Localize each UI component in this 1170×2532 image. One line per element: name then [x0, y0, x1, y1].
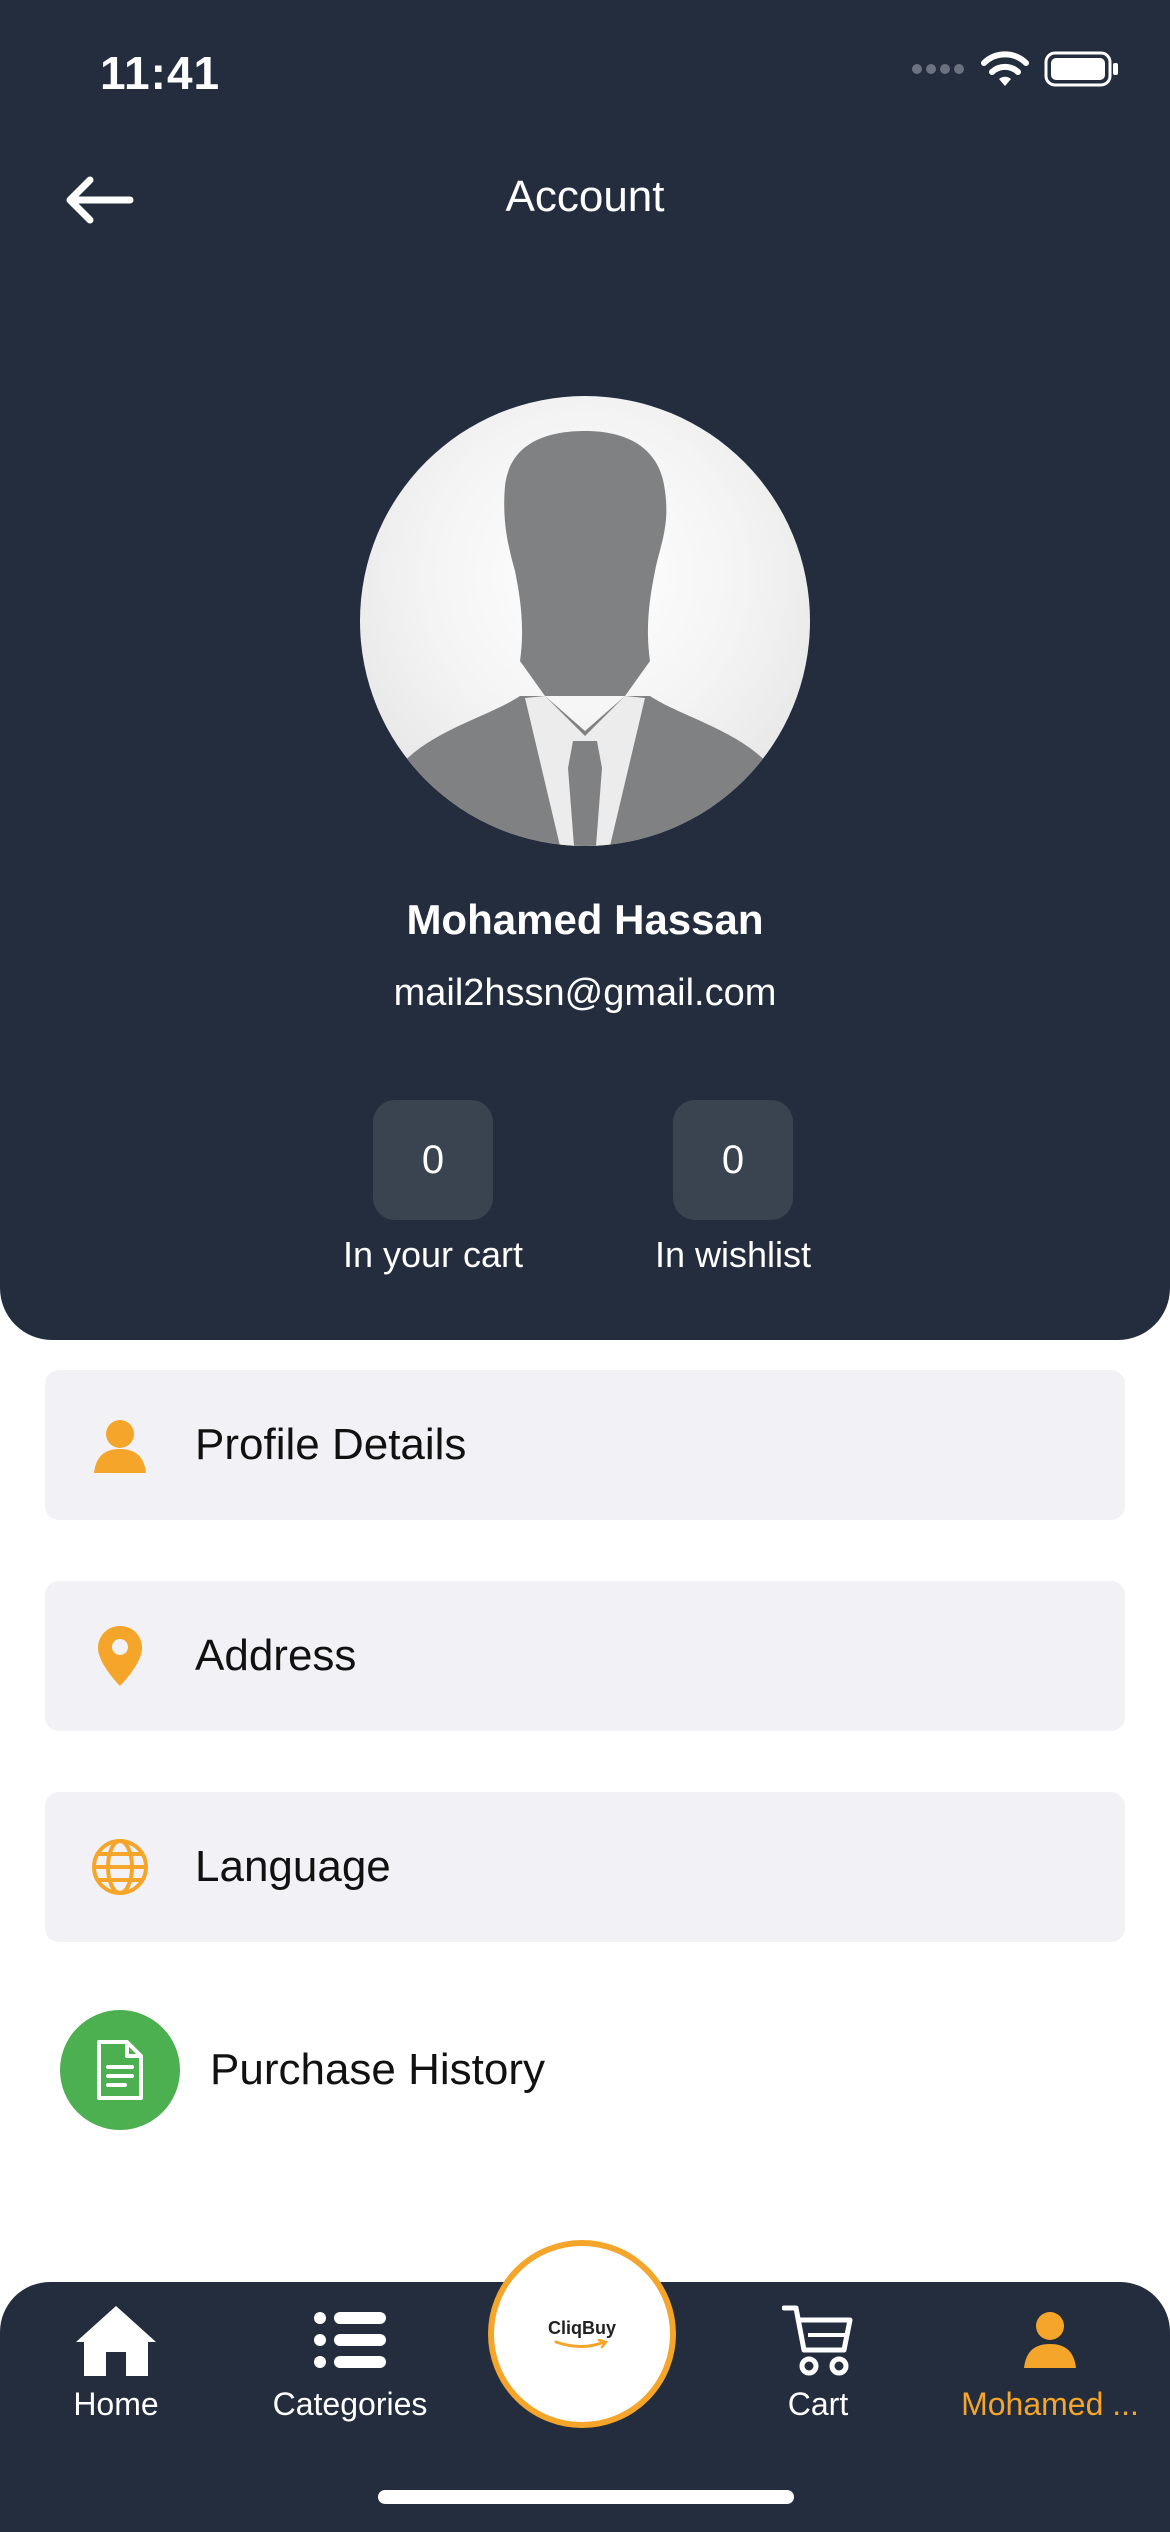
tab-label-categories: Categories — [272, 2386, 428, 2422]
logo-smile-icon — [554, 2338, 609, 2348]
location-pin-icon — [98, 1626, 142, 1686]
avatar-silhouette-icon — [400, 431, 770, 846]
tab-label-account: Mohamed ... — [961, 2386, 1139, 2422]
cliqbuy-logo-button[interactable]: CliqBuy — [488, 2240, 676, 2428]
menu-item-language[interactable]: Language — [45, 1792, 1125, 1942]
menu-label-address: Address — [195, 1631, 357, 1680]
tab-label-home: Home — [73, 2386, 159, 2422]
status-time: 11:41 — [100, 47, 221, 99]
home-indicator — [378, 2490, 794, 2504]
page-title: Account — [505, 172, 665, 221]
avatar[interactable] — [360, 396, 810, 846]
user-email: mail2hssn@gmail.com — [393, 972, 777, 1014]
cart-count-value: 0 — [373, 1100, 493, 1220]
tab-account[interactable]: Mohamed ... — [950, 2302, 1150, 2423]
status-icons — [912, 50, 1120, 88]
signal-icon — [912, 64, 964, 74]
cart-count-label: In your cart — [342, 1234, 524, 1275]
user-name: Mohamed Hassan — [406, 896, 764, 943]
tab-categories[interactable]: Categories — [250, 2302, 450, 2423]
battery-icon — [1044, 51, 1118, 87]
wifi-icon — [981, 51, 1029, 86]
account-header: 11:41 Account Mohamed Hassan mail2hssn@g… — [0, 0, 1170, 1340]
wishlist-count-value: 0 — [673, 1100, 793, 1220]
person-icon — [1024, 2312, 1076, 2368]
tab-cart[interactable]: Cart — [718, 2302, 918, 2423]
globe-icon — [92, 1839, 148, 1895]
person-icon — [94, 1420, 146, 1473]
cliqbuy-logo-text: CliqBuy — [547, 2317, 616, 2338]
document-icon — [97, 2040, 143, 2100]
wishlist-count-stat[interactable]: 0 In wishlist — [593, 1100, 873, 1276]
tab-home[interactable]: Home — [16, 2302, 216, 2423]
home-icon — [76, 2306, 156, 2376]
list-icon — [314, 2312, 386, 2368]
cart-count-stat[interactable]: 0 In your cart — [293, 1100, 573, 1276]
menu-label-profile-details: Profile Details — [195, 1420, 467, 1469]
menu-item-purchase-history[interactable]: Purchase History — [60, 2010, 545, 2130]
menu-item-address[interactable]: Address — [45, 1581, 1125, 1731]
menu-label-language: Language — [195, 1842, 391, 1891]
tab-label-cart: Cart — [787, 2386, 849, 2422]
cart-icon — [782, 2305, 853, 2376]
menu-label-purchase-history: Purchase History — [210, 2045, 546, 2094]
wishlist-count-label: In wishlist — [654, 1234, 812, 1275]
menu-item-profile-details[interactable]: Profile Details — [45, 1370, 1125, 1520]
